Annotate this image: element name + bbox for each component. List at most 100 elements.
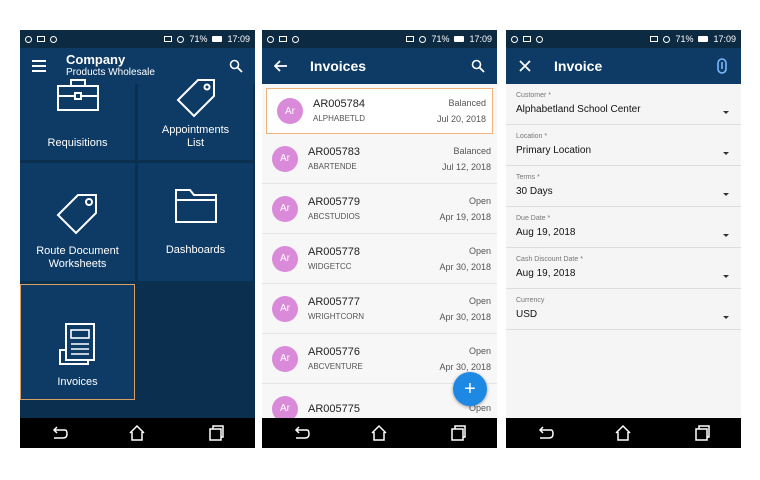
- invoices-list-screen: 71% 17:09 Invoices Ar AR005784 Balanced A…: [262, 30, 497, 448]
- dropdown-caret-icon: [723, 234, 729, 237]
- invoice-status: Open: [468, 245, 491, 256]
- battery-icon: [454, 36, 465, 42]
- battery-percent: 71%: [431, 34, 450, 44]
- cash-discount-date-field[interactable]: Cash Discount Date * Aug 19, 2018: [506, 248, 741, 289]
- chat-status-icon: [292, 35, 299, 43]
- dropdown-caret-icon: [723, 152, 729, 155]
- field-label: Currency: [516, 297, 545, 304]
- customer-field[interactable]: Customer * Alphabetland School Center: [506, 84, 741, 125]
- home-icon[interactable]: [614, 424, 632, 442]
- invoice-date: Apr 30, 2018: [439, 311, 491, 322]
- settings-status-icon: [267, 35, 274, 43]
- home-screen: 71% 17:09 Company Products Wholesale Req…: [20, 30, 255, 448]
- tag-icon: [176, 79, 215, 118]
- chat-status-icon: [536, 35, 543, 43]
- battery-percent: 71%: [189, 34, 208, 44]
- tag-icon: [56, 194, 97, 235]
- battery-icon: [212, 36, 223, 42]
- avatar: Ar: [277, 98, 303, 124]
- invoice-row[interactable]: Ar AR005779 Open ABCSTUDIOS Apr 19, 2018: [262, 184, 497, 234]
- field-value: Aug 19, 2018: [516, 227, 576, 238]
- invoice-id: AR005783: [308, 145, 360, 158]
- avatar: Ar: [272, 345, 298, 372]
- vibrate-icon: [164, 36, 173, 42]
- tile-appointments-list[interactable]: Appointments List: [138, 79, 253, 160]
- tile-invoices[interactable]: Invoices: [20, 284, 135, 400]
- menu-icon[interactable]: [30, 57, 48, 75]
- page-title: Invoices: [310, 58, 367, 74]
- invoice-id: AR005775: [308, 402, 360, 415]
- clock: 17:09: [227, 34, 250, 44]
- invoice-date: Apr 30, 2018: [439, 361, 491, 372]
- field-value: 30 Days: [516, 186, 553, 197]
- invoice-row[interactable]: Ar AR005784 Balanced ALPHABETLD Jul 20, 20…: [266, 88, 493, 134]
- recent-apps-icon[interactable]: [449, 424, 467, 442]
- avatar: Ar: [272, 295, 298, 322]
- dropdown-caret-icon: [723, 193, 729, 196]
- vibrate-icon: [650, 36, 659, 42]
- screenshot-status-icon: [37, 36, 45, 42]
- avatar: Ar: [272, 145, 298, 172]
- clock: 17:09: [469, 34, 492, 44]
- invoices-app-bar: Invoices: [262, 48, 497, 84]
- attachment-icon[interactable]: [713, 57, 731, 75]
- invoice-customer: ALPHABETLD: [313, 114, 366, 123]
- status-bar: 71% 17:09: [506, 30, 741, 48]
- alarm-icon: [419, 35, 427, 43]
- invoice-row[interactable]: Ar AR005777 Open WRIGHTCORN Apr 30, 2018: [262, 284, 497, 334]
- invoice-date: Jul 20, 2018: [436, 114, 486, 124]
- invoice-row[interactable]: Ar AR005778 Open WIDGETCC Apr 30, 2018: [262, 234, 497, 284]
- avatar: Ar: [272, 195, 298, 222]
- dropdown-caret-icon: [723, 111, 729, 114]
- home-icon[interactable]: [370, 424, 388, 442]
- chat-status-icon: [50, 35, 57, 43]
- system-nav-bar: [262, 418, 497, 448]
- invoice-form: Customer * Alphabetland School Center Lo…: [506, 84, 741, 418]
- invoice-id: AR005776: [308, 345, 360, 358]
- add-invoice-button[interactable]: +: [453, 372, 487, 406]
- back-arrow-icon[interactable]: [272, 57, 290, 75]
- recent-apps-icon[interactable]: [207, 424, 225, 442]
- field-label: Terms *: [516, 174, 540, 181]
- tile-label: Invoices: [57, 376, 98, 388]
- location-field[interactable]: Location * Primary Location: [506, 125, 741, 166]
- home-icon[interactable]: [128, 424, 146, 442]
- recent-apps-icon[interactable]: [693, 424, 711, 442]
- invoice-form-screen: 71% 17:09 Invoice Customer * Alphabetlan…: [506, 30, 741, 448]
- tile-requisitions[interactable]: Requisitions: [20, 79, 135, 160]
- invoice-id: AR005778: [308, 245, 360, 258]
- tile-route-document-worksheets[interactable]: Route Document Worksheets: [20, 163, 135, 281]
- back-icon[interactable]: [536, 424, 554, 442]
- company-name: Company Products Wholesale: [66, 53, 155, 79]
- battery-percent: 71%: [675, 34, 694, 44]
- invoice-status: Balanced: [453, 145, 491, 156]
- battery-icon: [698, 36, 709, 42]
- search-icon[interactable]: [469, 57, 487, 75]
- back-icon[interactable]: [292, 424, 310, 442]
- avatar: Ar: [272, 245, 298, 272]
- due-date-field[interactable]: Due Date * Aug 19, 2018: [506, 207, 741, 248]
- field-value: Aug 19, 2018: [516, 268, 576, 279]
- search-icon[interactable]: [227, 57, 245, 75]
- back-icon[interactable]: [50, 424, 68, 442]
- invoice-status: Open: [468, 195, 491, 206]
- clock: 17:09: [713, 34, 736, 44]
- alarm-icon: [177, 35, 185, 43]
- field-value: USD: [516, 309, 538, 320]
- alarm-icon: [663, 35, 671, 43]
- invoice-id: AR005779: [308, 195, 360, 208]
- close-icon[interactable]: [516, 57, 534, 75]
- currency-field[interactable]: Currency USD: [506, 289, 741, 330]
- tile-dashboards[interactable]: Dashboards: [138, 163, 253, 281]
- dropdown-caret-icon: [723, 275, 729, 278]
- invoice-customer: ABCVENTURE: [308, 361, 363, 371]
- terms-field[interactable]: Terms * 30 Days: [506, 166, 741, 207]
- field-label: Location *: [516, 133, 548, 140]
- invoice-row[interactable]: Ar AR005783 Balanced ABARTENDE Jul 12, 201…: [262, 134, 497, 184]
- field-value: Alphabetland School Center: [516, 104, 641, 115]
- invoice-date: Apr 30, 2018: [439, 261, 491, 272]
- invoice-customer: ABARTENDE: [308, 161, 357, 171]
- invoice-date: Apr 19, 2018: [439, 211, 491, 222]
- screenshot-status-icon: [279, 36, 287, 42]
- tile-label: Appointments List: [161, 124, 230, 149]
